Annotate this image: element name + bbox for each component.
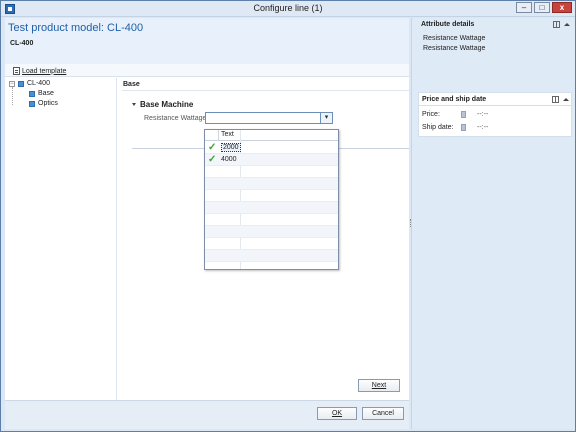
header-band: Test product model: CL-400 CL-400 bbox=[5, 18, 409, 64]
section-title: Base bbox=[123, 81, 140, 88]
price-label: Price: bbox=[422, 111, 440, 118]
empty-row bbox=[205, 190, 338, 202]
window-title: Configure line (1) bbox=[253, 3, 323, 13]
factbox-pane: Attribute details Resistance Wattage Res… bbox=[411, 18, 575, 429]
factbox-controls bbox=[553, 21, 570, 28]
dropdown-arrow-icon[interactable]: ▾ bbox=[320, 113, 332, 123]
valid-check-icon: ✓ bbox=[208, 154, 217, 165]
attribute-detail-line: Resistance Wattage bbox=[423, 45, 486, 52]
tree-node-label: CL-400 bbox=[27, 80, 50, 87]
ship-date-value: --:-- bbox=[477, 124, 489, 131]
minimize-button[interactable]: – bbox=[516, 2, 532, 13]
ok-button[interactable]: OK bbox=[317, 407, 357, 420]
page-title: Test product model: CL-400 bbox=[8, 22, 144, 34]
load-template-button[interactable]: Load template bbox=[13, 66, 66, 76]
page-subtitle: CL-400 bbox=[10, 40, 34, 47]
next-label: Next bbox=[371, 382, 387, 389]
toolbar: Load template bbox=[5, 64, 409, 77]
price-ship-factbox: Price and ship date Price: --:-- Ship da… bbox=[418, 92, 572, 137]
component-tree: − CL-400 Base Optics bbox=[5, 78, 117, 400]
attribute-details-factbox: Attribute details Resistance Wattage Res… bbox=[418, 18, 572, 96]
cancel-button[interactable]: Cancel bbox=[362, 407, 404, 420]
pin-icon[interactable] bbox=[553, 21, 560, 28]
empty-row bbox=[205, 226, 338, 238]
price-value: --:-- bbox=[477, 111, 489, 118]
factbox-controls bbox=[552, 96, 569, 103]
group-title: Base Machine bbox=[140, 100, 194, 109]
component-node-icon bbox=[29, 100, 35, 107]
price-ship-title: Price and ship date bbox=[422, 96, 487, 103]
tree-node-base[interactable]: Base bbox=[29, 90, 54, 97]
selector-column-header bbox=[205, 130, 219, 141]
tree-connector bbox=[12, 87, 13, 105]
ok-label: OK bbox=[331, 410, 343, 417]
close-button[interactable]: x bbox=[552, 2, 572, 13]
tree-node-root[interactable]: − CL-400 bbox=[9, 80, 50, 87]
resistance-wattage-label: Resistance Wattage: bbox=[144, 115, 209, 122]
dropdown-row-value: 4000 bbox=[221, 156, 237, 163]
dropdown-header: Text bbox=[205, 130, 338, 141]
empty-row bbox=[205, 214, 338, 226]
resistance-wattage-combobox[interactable]: ▾ bbox=[205, 112, 333, 124]
component-node-icon bbox=[29, 90, 35, 97]
text-column-header[interactable]: Text bbox=[221, 131, 234, 138]
dropdown-row-value: 2000 bbox=[221, 143, 241, 152]
empty-row bbox=[205, 238, 338, 250]
maximize-button[interactable]: □ bbox=[534, 2, 550, 13]
valid-check-icon: ✓ bbox=[208, 142, 217, 153]
tree-node-label: Base bbox=[38, 90, 54, 97]
configure-line-window: Configure line (1) – □ x Test product mo… bbox=[0, 0, 576, 432]
group-header-base-machine[interactable]: Base Machine bbox=[132, 100, 193, 109]
dropdown-row[interactable]: ✓ 2000 bbox=[205, 142, 338, 154]
collapse-caret-icon[interactable] bbox=[563, 98, 569, 101]
collapse-toggle-icon[interactable]: − bbox=[9, 80, 15, 87]
empty-row bbox=[205, 250, 338, 262]
attribute-details-title: Attribute details bbox=[421, 21, 475, 28]
tree-node-optics[interactable]: Optics bbox=[29, 100, 58, 107]
template-icon bbox=[13, 67, 20, 75]
component-node-icon bbox=[18, 80, 24, 87]
ship-date-label: Ship date: bbox=[422, 124, 454, 131]
price-icon bbox=[461, 111, 466, 118]
load-template-label: Load template bbox=[22, 67, 67, 75]
dropdown-row[interactable]: ✓ 4000 bbox=[205, 154, 338, 166]
empty-row bbox=[205, 178, 338, 190]
section-divider bbox=[122, 90, 409, 91]
attribute-detail-line: Resistance Wattage bbox=[423, 35, 486, 42]
factbox-divider bbox=[419, 105, 571, 106]
collapse-caret-icon[interactable] bbox=[564, 23, 570, 26]
empty-row bbox=[205, 166, 338, 178]
expand-triangle-icon bbox=[132, 103, 136, 106]
ship-date-icon bbox=[461, 124, 466, 131]
empty-row bbox=[205, 202, 338, 214]
pin-icon[interactable] bbox=[552, 96, 559, 103]
title-bar: Configure line (1) – □ x bbox=[1, 1, 575, 17]
tree-node-label: Optics bbox=[38, 100, 58, 107]
resistance-wattage-dropdown[interactable]: Text ✓ 2000 ✓ 4000 bbox=[204, 129, 339, 270]
next-button[interactable]: Next bbox=[358, 379, 400, 392]
